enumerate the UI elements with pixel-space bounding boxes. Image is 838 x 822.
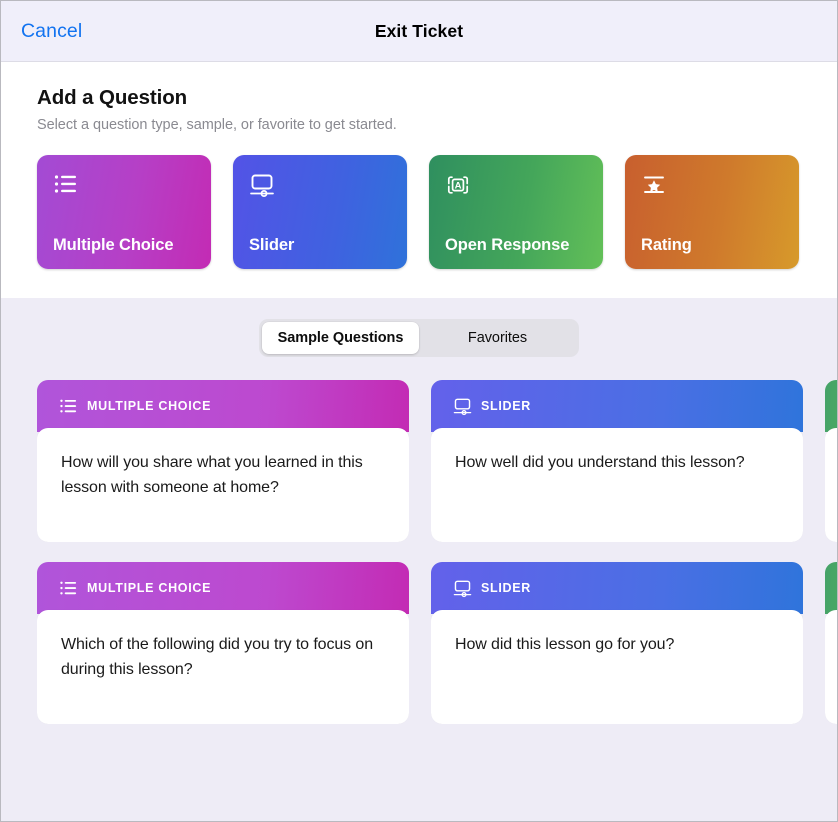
star-rating-icon	[641, 172, 667, 198]
sample-questions-grid: MULTIPLE CHOICE How will you share what …	[1, 380, 837, 724]
sample-card-type-label: SLIDER	[481, 399, 532, 413]
sample-card-header: SLIDER	[431, 562, 803, 614]
samples-panel: Sample Questions Favorites MULTIPLE CHOI…	[1, 298, 837, 821]
bulleted-list-icon	[53, 172, 79, 198]
segmented-control: Sample Questions Favorites	[259, 319, 579, 357]
sample-card-header: SLIDER	[431, 380, 803, 432]
question-type-slider[interactable]: Slider	[233, 155, 407, 269]
slider-display-icon	[453, 579, 472, 598]
sample-card-header	[825, 380, 837, 432]
question-type-rating[interactable]: Rating	[625, 155, 799, 269]
sample-row: MULTIPLE CHOICE Which of the following d…	[37, 562, 837, 724]
add-question-heading: Add a Question	[37, 86, 188, 109]
exit-ticket-modal: Cancel Exit Ticket Add a Question Select…	[0, 0, 838, 822]
sample-card-multiple-choice[interactable]: MULTIPLE CHOICE How will you share what …	[37, 380, 409, 542]
sample-card-multiple-choice[interactable]: MULTIPLE CHOICE Which of the following d…	[37, 562, 409, 724]
tab-sample-questions[interactable]: Sample Questions	[262, 322, 419, 354]
sample-card-header: MULTIPLE CHOICE	[37, 562, 409, 614]
sample-question-text: Which of the following did you try to fo…	[61, 636, 374, 678]
page-title: Exit Ticket	[374, 20, 464, 41]
sample-card-open-response[interactable]	[825, 380, 837, 542]
sample-card-type-label: MULTIPLE CHOICE	[87, 581, 212, 595]
sample-card-open-response[interactable]	[825, 562, 837, 724]
add-question-panel: Add a Question Select a question type, s…	[1, 62, 837, 298]
tab-favorites[interactable]: Favorites	[419, 322, 576, 354]
sample-card-slider[interactable]: SLIDER How well did you understand this …	[431, 380, 803, 542]
question-type-list: Multiple Choice Slider A Open Response R…	[37, 155, 801, 269]
bulleted-list-icon	[59, 397, 78, 416]
sample-card-type-label: MULTIPLE CHOICE	[87, 399, 212, 413]
sample-question-text: How will you share what you learned in t…	[61, 454, 363, 496]
bulleted-list-icon	[59, 579, 78, 598]
sample-question-text: How well did you understand this lesson?	[455, 454, 745, 471]
sample-card-type-label: SLIDER	[481, 581, 532, 595]
segmented-control-wrap: Sample Questions Favorites	[1, 319, 837, 357]
sample-question-text: How did this lesson go for you?	[455, 636, 675, 653]
text-field-a-icon: A	[445, 172, 471, 198]
sample-row: MULTIPLE CHOICE How will you share what …	[37, 380, 837, 542]
question-type-label: Multiple Choice	[53, 236, 174, 254]
sample-card-body	[825, 428, 837, 542]
add-question-subheading: Select a question type, sample, or favor…	[37, 117, 397, 133]
cancel-button[interactable]: Cancel	[21, 20, 82, 43]
question-type-open-response[interactable]: A Open Response	[429, 155, 603, 269]
sample-card-body: How well did you understand this lesson?	[431, 428, 803, 542]
question-type-label: Open Response	[445, 236, 570, 254]
svg-text:A: A	[455, 181, 462, 192]
slider-display-icon	[453, 397, 472, 416]
question-type-label: Slider	[249, 236, 295, 254]
question-type-multiple-choice[interactable]: Multiple Choice	[37, 155, 211, 269]
sample-card-body: How will you share what you learned in t…	[37, 428, 409, 542]
slider-display-icon	[249, 172, 275, 198]
sample-card-header: MULTIPLE CHOICE	[37, 380, 409, 432]
sample-card-body	[825, 610, 837, 724]
sample-card-header	[825, 562, 837, 614]
sample-card-body: Which of the following did you try to fo…	[37, 610, 409, 724]
modal-titlebar: Cancel Exit Ticket	[1, 1, 837, 62]
question-type-label: Rating	[641, 236, 692, 254]
sample-card-body: How did this lesson go for you?	[431, 610, 803, 724]
sample-card-slider[interactable]: SLIDER How did this lesson go for you?	[431, 562, 803, 724]
